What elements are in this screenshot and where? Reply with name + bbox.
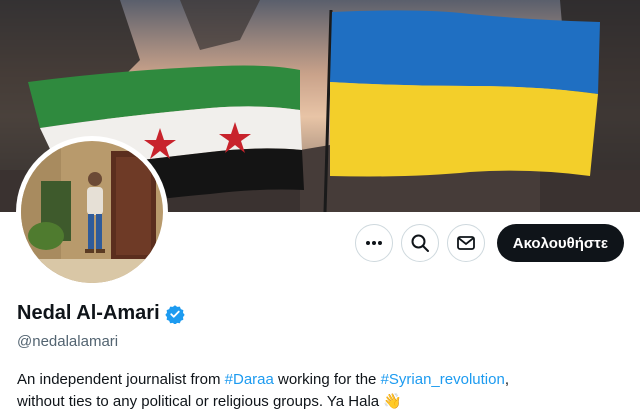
profile-avatar[interactable] xyxy=(16,136,168,288)
bio-text: working for the xyxy=(273,371,381,388)
search-button[interactable] xyxy=(400,224,439,262)
profile-actions: Ακολουθήστε xyxy=(354,224,624,262)
envelope-icon xyxy=(456,236,475,250)
hashtag-link[interactable]: #Daraa xyxy=(225,371,274,388)
message-button[interactable] xyxy=(446,224,485,262)
profile-handle: @nedalalamari xyxy=(17,333,119,350)
follow-button[interactable]: Ακολουθήστε xyxy=(496,224,624,262)
waving-hand-emoji: 👋 xyxy=(383,393,402,410)
hashtag-link[interactable]: #Syrian_revolution xyxy=(381,371,505,388)
bio-text: , xyxy=(504,371,509,388)
more-button[interactable] xyxy=(354,224,393,262)
profile-name-row: Nedal Al-Amari xyxy=(17,302,185,325)
profile-bio: An independent journalist from #Daraa wo… xyxy=(17,369,627,413)
profile-name: Nedal Al-Amari xyxy=(17,302,160,324)
verified-badge-icon[interactable] xyxy=(164,304,185,324)
bio-text: An independent journalist from xyxy=(17,371,225,388)
search-icon xyxy=(411,234,429,252)
avatar-photo xyxy=(21,141,163,283)
bio-text: without ties to any political or religio… xyxy=(17,393,384,410)
more-horizontal-icon xyxy=(365,241,382,245)
